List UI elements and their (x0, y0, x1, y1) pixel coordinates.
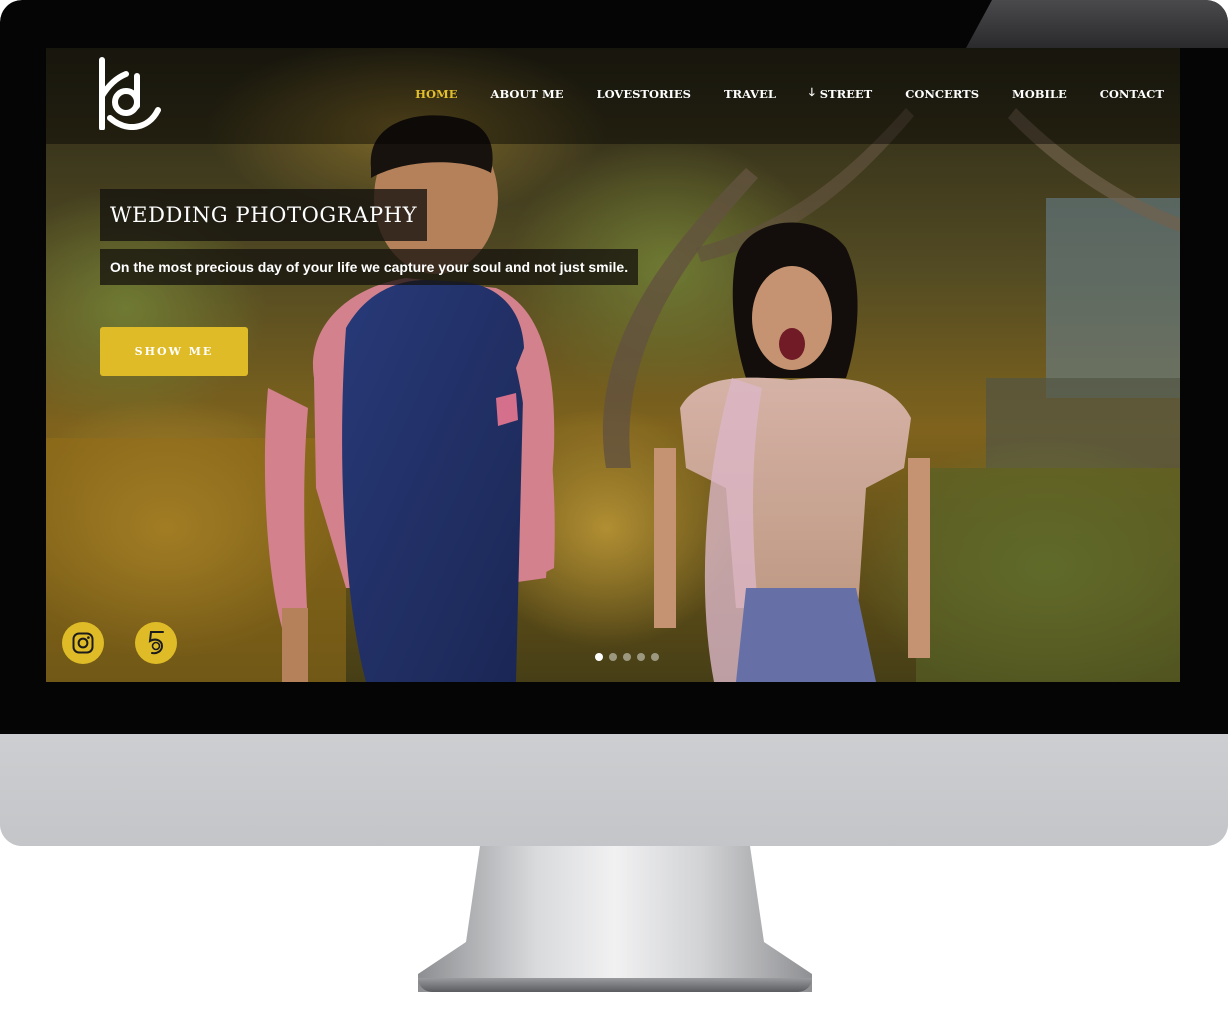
monitor-stand (418, 846, 812, 992)
monitor: HOME ABOUT ME LOVESTORIES TRAVEL 🡓 STREE… (0, 0, 1228, 846)
slider-dots (595, 653, 659, 661)
nav-item-travel[interactable]: TRAVEL (724, 84, 776, 103)
nav-item-street[interactable]: 🡓 STREET (809, 84, 872, 103)
nav-item-label: ABOUT ME (490, 86, 564, 101)
slider-dot[interactable] (637, 653, 645, 661)
hero-subtitle: On the most precious day of your life we… (110, 259, 629, 275)
nav-item-label: HOME (415, 86, 458, 101)
nav-item-about-me[interactable]: ABOUT ME (491, 84, 564, 103)
instagram-link[interactable] (62, 622, 104, 664)
500px-icon (148, 631, 164, 655)
site-header: HOME ABOUT ME LOVESTORIES TRAVEL 🡓 STREE… (46, 48, 1180, 144)
kd-monogram-logo[interactable] (96, 56, 162, 130)
nav-item-mobile[interactable]: MOBILE (1012, 84, 1067, 103)
nav-item-home[interactable]: HOME (415, 84, 457, 103)
instagram-icon (72, 632, 94, 654)
arrow-down-icon: 🡓 (808, 86, 815, 99)
slider-dot[interactable] (609, 653, 617, 661)
show-me-button-label: SHOW ME (134, 345, 214, 358)
nav-item-label: CONCERTS (905, 86, 980, 101)
nav-item-lovestories[interactable]: LOVESTORIES (597, 84, 691, 103)
nav-item-contact[interactable]: CONTACT (1100, 84, 1164, 103)
slider-dot[interactable] (623, 653, 631, 661)
slider-dot[interactable] (651, 653, 659, 661)
nav-item-label: MOBILE (1012, 86, 1067, 101)
hero-title-box: WEDDING PHOTOGRAPHY (100, 189, 428, 241)
slider-dot[interactable] (595, 653, 603, 661)
monitor-stand-base (418, 978, 812, 992)
main-nav: HOME ABOUT ME LOVESTORIES TRAVEL 🡓 STREE… (382, 84, 1164, 103)
show-me-button[interactable]: SHOW ME (100, 327, 248, 376)
hero-title: WEDDING PHOTOGRAPHY (110, 203, 418, 227)
bezel-glare (966, 0, 1228, 48)
website-screen: HOME ABOUT ME LOVESTORIES TRAVEL 🡓 STREE… (46, 48, 1180, 682)
nav-item-label: CONTACT (1099, 86, 1164, 101)
monitor-chin (0, 734, 1228, 846)
nav-item-concerts[interactable]: CONCERTS (905, 84, 979, 103)
nav-item-label: LOVESTORIES (596, 86, 691, 101)
500px-link[interactable] (135, 622, 177, 664)
hero-subtitle-box: On the most precious day of your life we… (100, 249, 639, 285)
nav-item-label: TRAVEL (723, 86, 776, 101)
nav-item-label: STREET (819, 86, 873, 101)
